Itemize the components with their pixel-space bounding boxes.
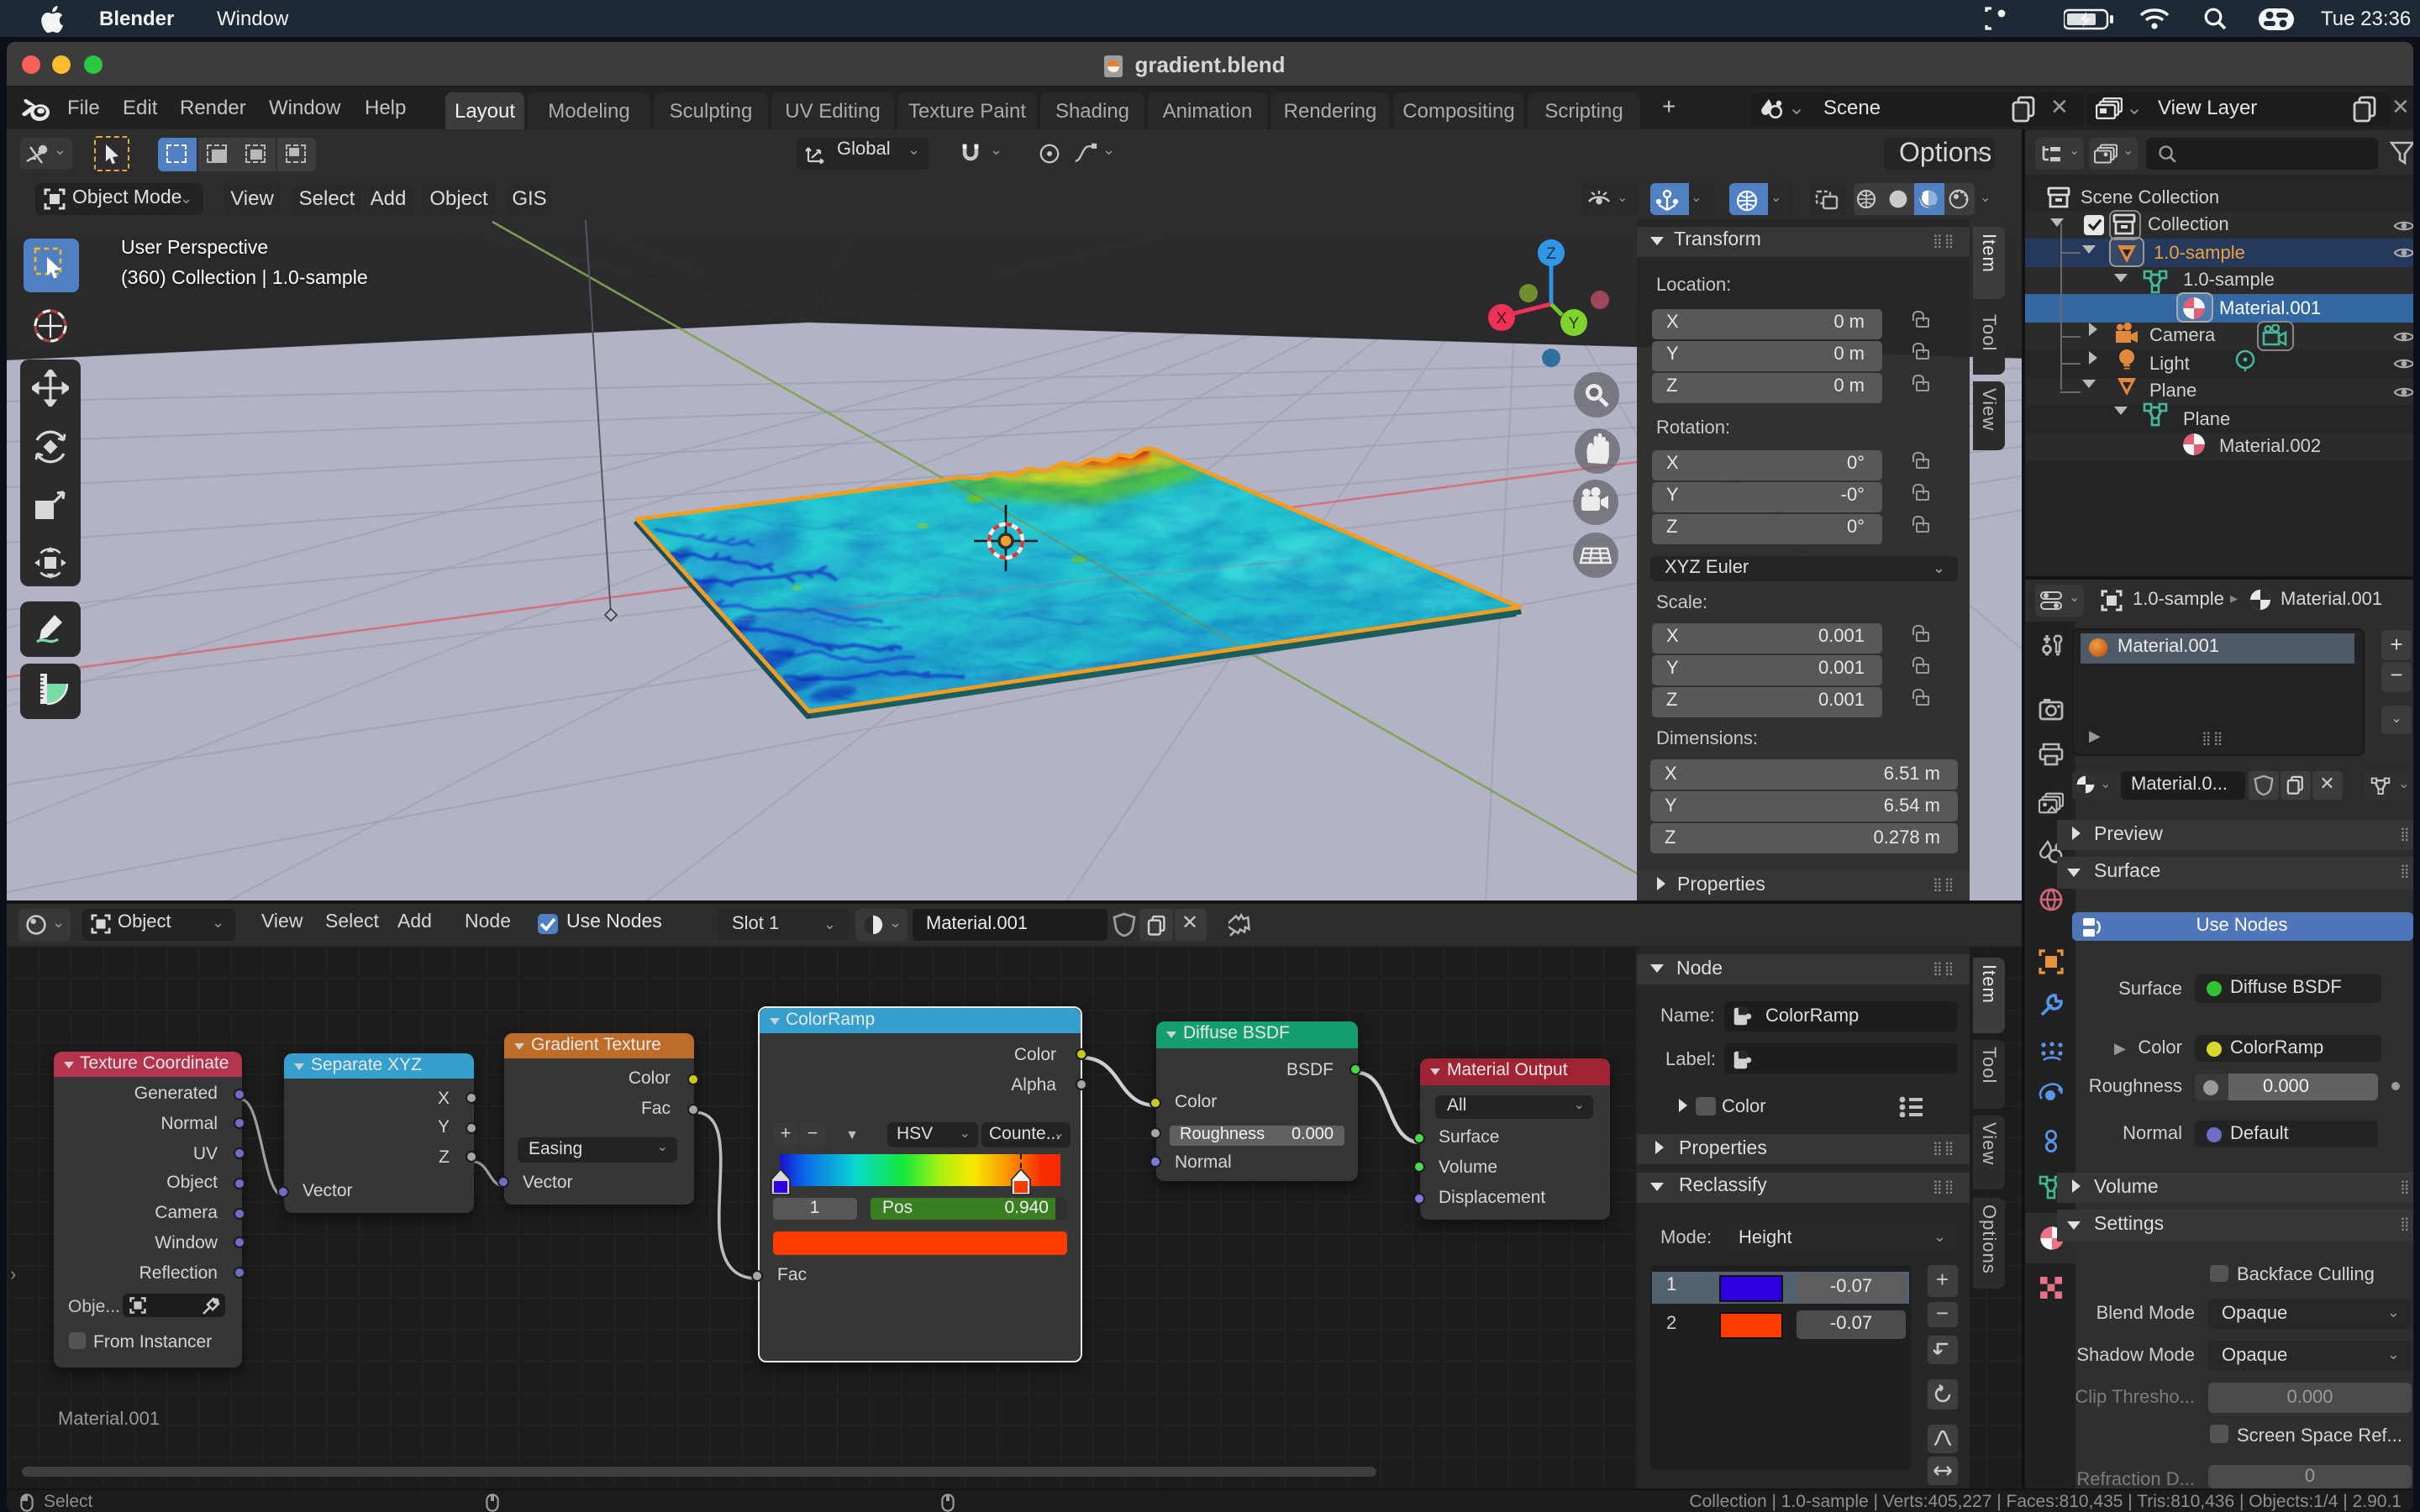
svg-text:X: X <box>1497 309 1507 327</box>
svg-text:Z: Z <box>1546 244 1556 262</box>
svg-text:Y: Y <box>1569 314 1580 332</box>
